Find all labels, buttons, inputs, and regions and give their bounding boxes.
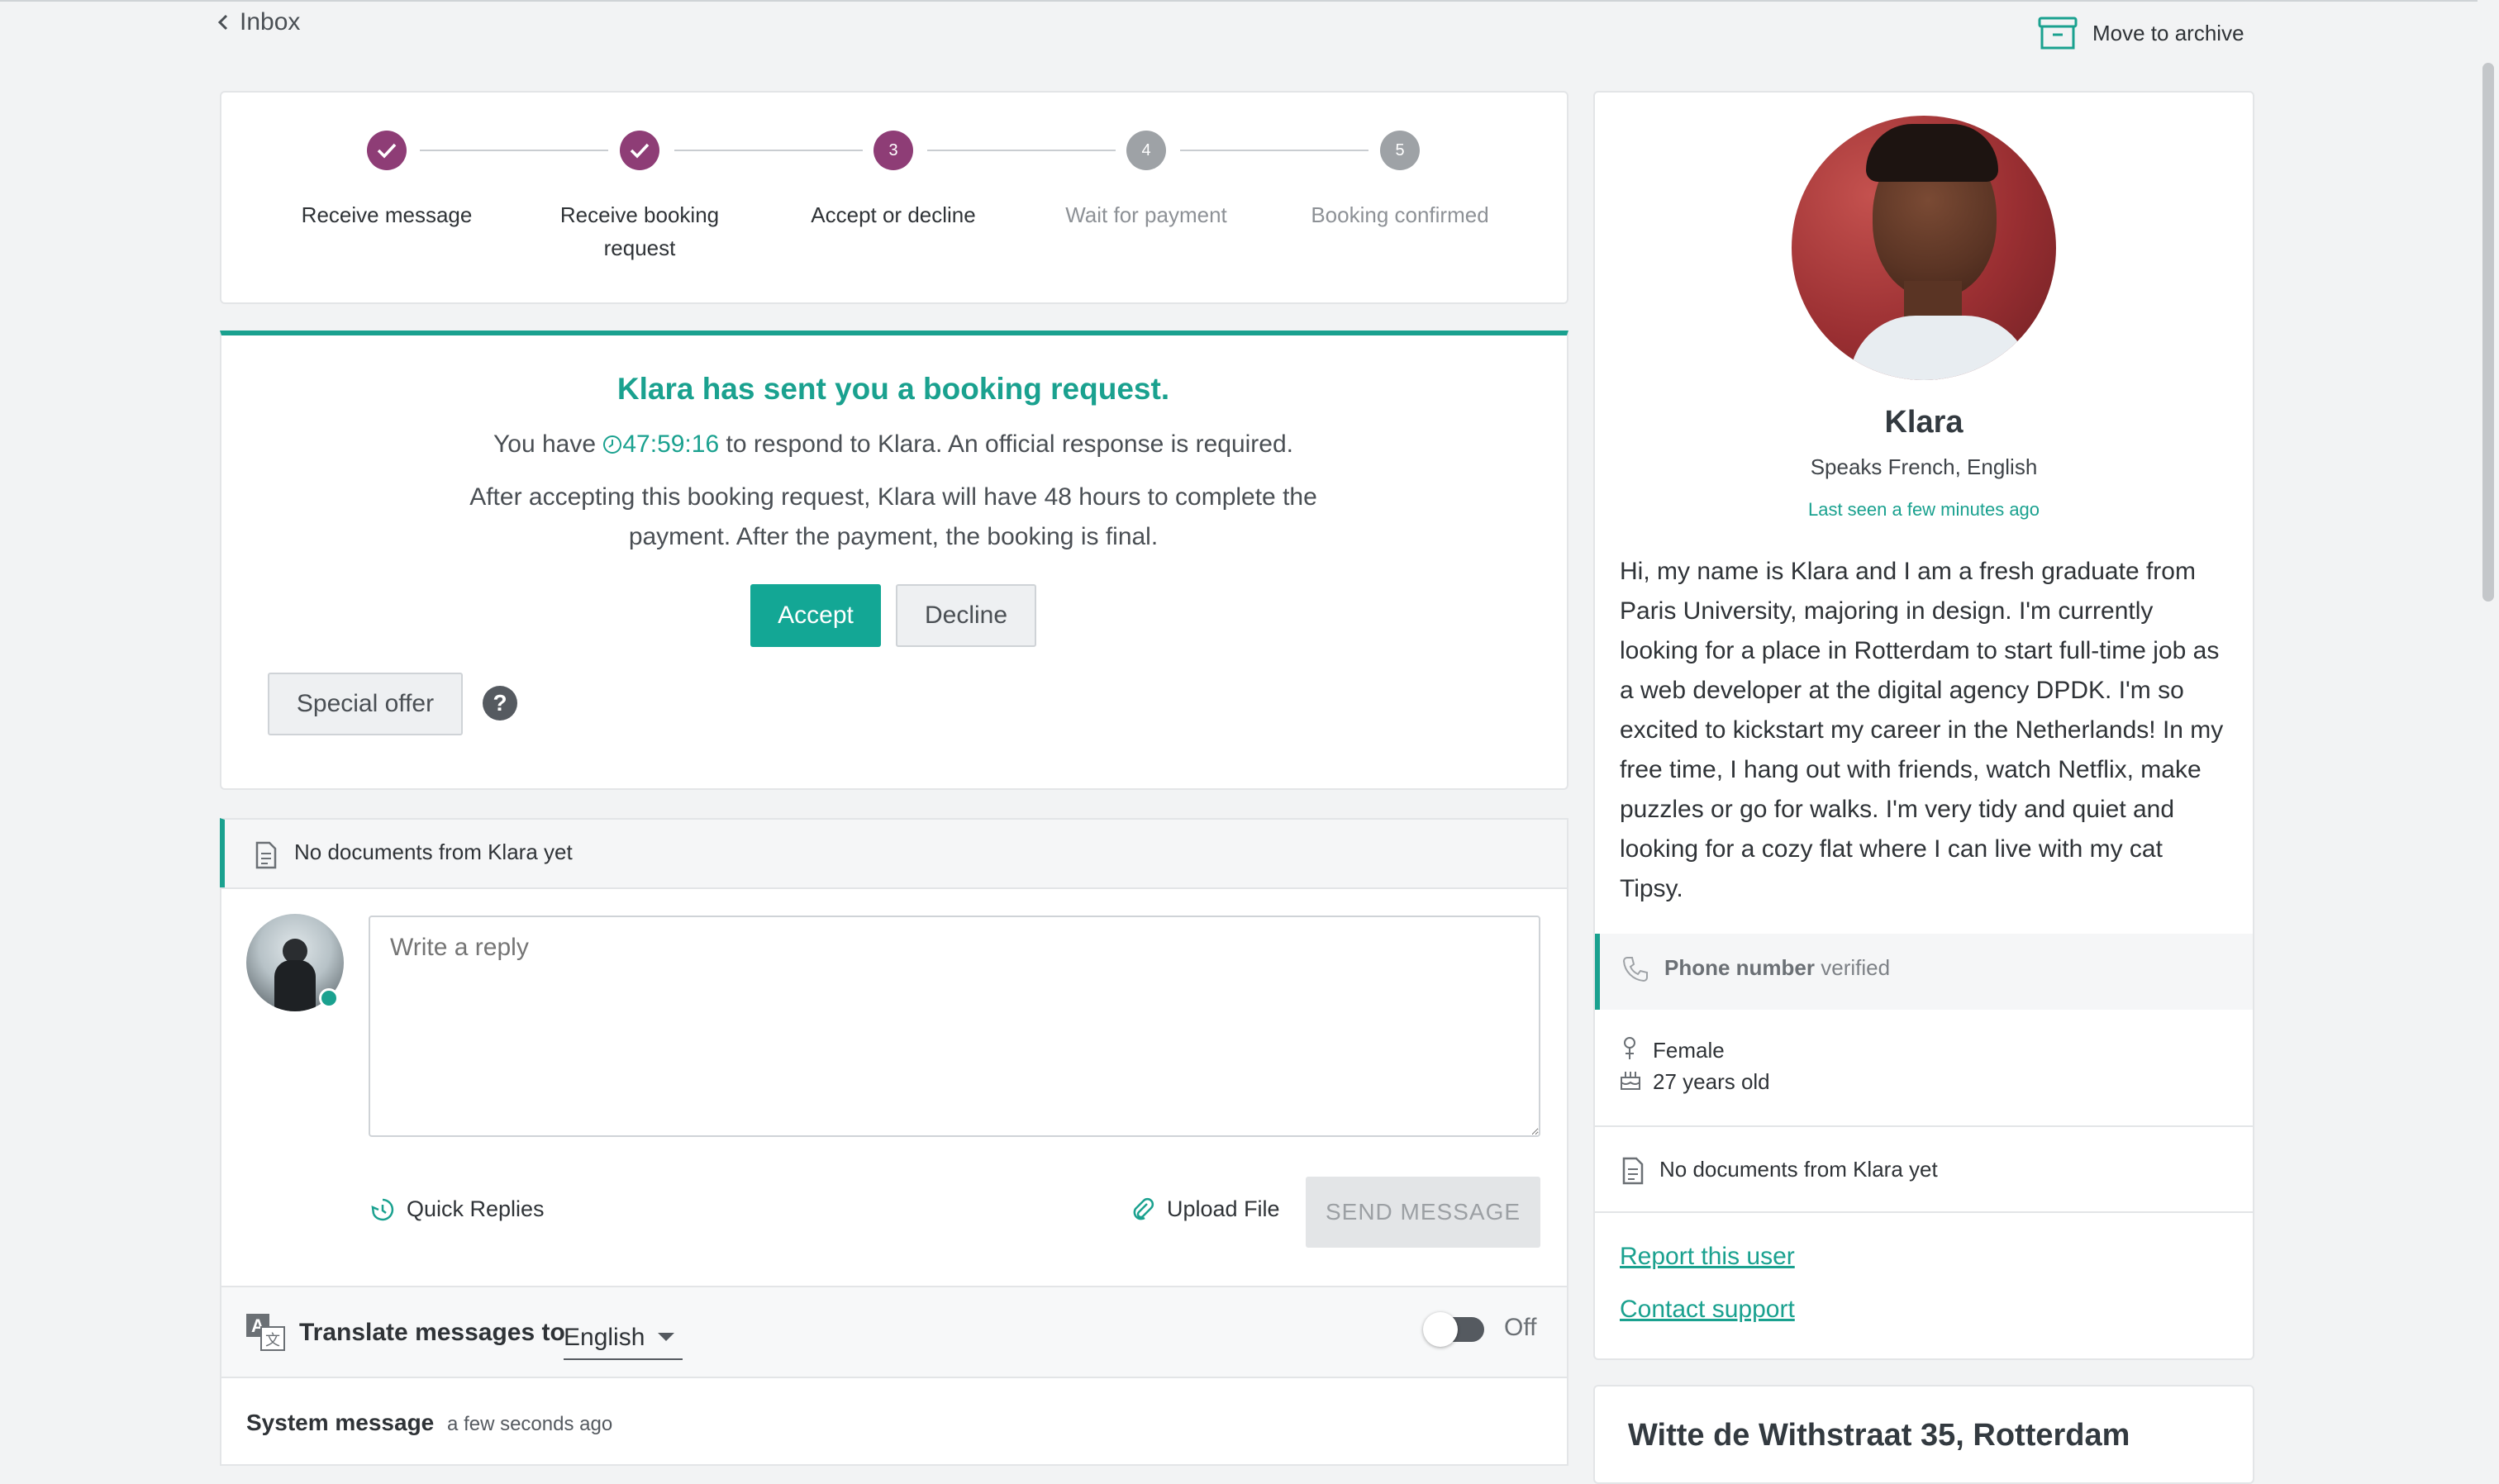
step-connector (1180, 150, 1368, 151)
step-4-label: Wait for payment (1065, 202, 1227, 227)
translate-toggle-state: Off (1504, 1314, 1537, 1341)
clock-icon (603, 435, 622, 454)
translate-label: Translate messages to (299, 1319, 565, 1346)
accept-button[interactable]: Accept (750, 584, 881, 647)
scrollbar-thumb[interactable] (2482, 63, 2494, 602)
profile-name: Klara (1884, 405, 1963, 440)
upload-file-button[interactable]: Upload File (1130, 1196, 1280, 1222)
quick-reply-icon (371, 1198, 394, 1220)
back-to-inbox-link[interactable]: Inbox (217, 8, 300, 36)
translate-icon: A 文 (246, 1314, 285, 1351)
profile-languages: Speaks French, English (1810, 454, 2038, 479)
archive-box-icon (2038, 17, 2078, 50)
document-icon (255, 841, 277, 869)
step-1-check-icon (367, 131, 407, 170)
step-2-label: Receive booking request (559, 202, 720, 260)
archive-label: Move to archive (2092, 20, 2244, 45)
birthday-cake-icon (1621, 1072, 1640, 1090)
contact-support-link[interactable]: Contact support (1620, 1296, 1795, 1324)
response-deadline-text: You have 47:59:16 to respond to Klara. A… (493, 430, 1293, 458)
phone-verified-text: Phone number verified (1664, 955, 1891, 980)
step-4-indicator: 4 (1126, 131, 1166, 170)
online-status-dot (319, 988, 339, 1008)
translate-toggle[interactable] (1423, 1312, 1484, 1347)
help-icon[interactable]: ? (483, 686, 517, 721)
top-border (0, 0, 2499, 2)
step-connector (674, 150, 863, 151)
step-1-label: Receive message (301, 202, 473, 227)
special-offer-button[interactable]: Special offer (268, 673, 463, 735)
move-to-archive-button[interactable]: Move to archive (2038, 17, 2244, 50)
profile-avatar (1792, 116, 2056, 380)
profile-divider (1595, 1125, 2253, 1127)
system-message-title: System message (246, 1410, 435, 1435)
step-connector (927, 150, 1116, 151)
profile-age: 27 years old (1653, 1069, 1770, 1094)
paperclip-icon (1133, 1197, 1154, 1220)
step-2-check-icon (620, 131, 659, 170)
reply-textarea[interactable] (369, 916, 1540, 1137)
step-3-label: Accept or decline (811, 202, 976, 227)
step-connector (420, 150, 608, 151)
documents-bar-text: No documents from Klara yet (294, 840, 573, 864)
system-message-header: System message a few seconds ago (246, 1410, 612, 1436)
document-icon (1622, 1157, 1644, 1185)
translate-language-select[interactable]: English (564, 1317, 683, 1360)
profile-divider (1595, 1211, 2253, 1213)
profile-last-seen: Last seen a few minutes ago (1807, 499, 2040, 520)
payment-info-line-1: After accepting this booking request, Kl… (469, 483, 1317, 511)
chevron-left-icon (217, 14, 228, 31)
profile-documents-text: No documents from Klara yet (1659, 1157, 1938, 1182)
payment-info-line-2: payment. After the payment, the booking … (628, 523, 1159, 550)
decline-button[interactable]: Decline (896, 584, 1036, 647)
quick-replies-button[interactable]: Quick Replies (370, 1196, 545, 1222)
countdown-timer: 47:59:16 (622, 430, 720, 458)
step-3-indicator: 3 (873, 131, 913, 170)
address-title: Witte de Withstraat 35, Rotterdam (1628, 1418, 2130, 1453)
send-message-button[interactable]: SEND MESSAGE (1306, 1177, 1540, 1248)
profile-gender: Female (1653, 1038, 1725, 1063)
step-5-label: Booking confirmed (1311, 202, 1489, 227)
booking-progress-stepper (220, 91, 1568, 304)
caret-down-icon (658, 1333, 675, 1341)
profile-bio: Hi, my name is Klara and I am a fresh gr… (1620, 558, 2224, 902)
system-message-divider (220, 1377, 1568, 1378)
booking-request-title: Klara has sent you a booking request. (616, 372, 1170, 406)
back-label: Inbox (240, 8, 301, 36)
step-5-indicator: 5 (1380, 131, 1420, 170)
svg-text:文: 文 (265, 1332, 280, 1348)
report-user-link[interactable]: Report this user (1620, 1243, 1795, 1271)
phone-icon (1622, 957, 1648, 982)
gender-icon (1624, 1037, 1635, 1059)
system-message-time: a few seconds ago (447, 1413, 613, 1435)
